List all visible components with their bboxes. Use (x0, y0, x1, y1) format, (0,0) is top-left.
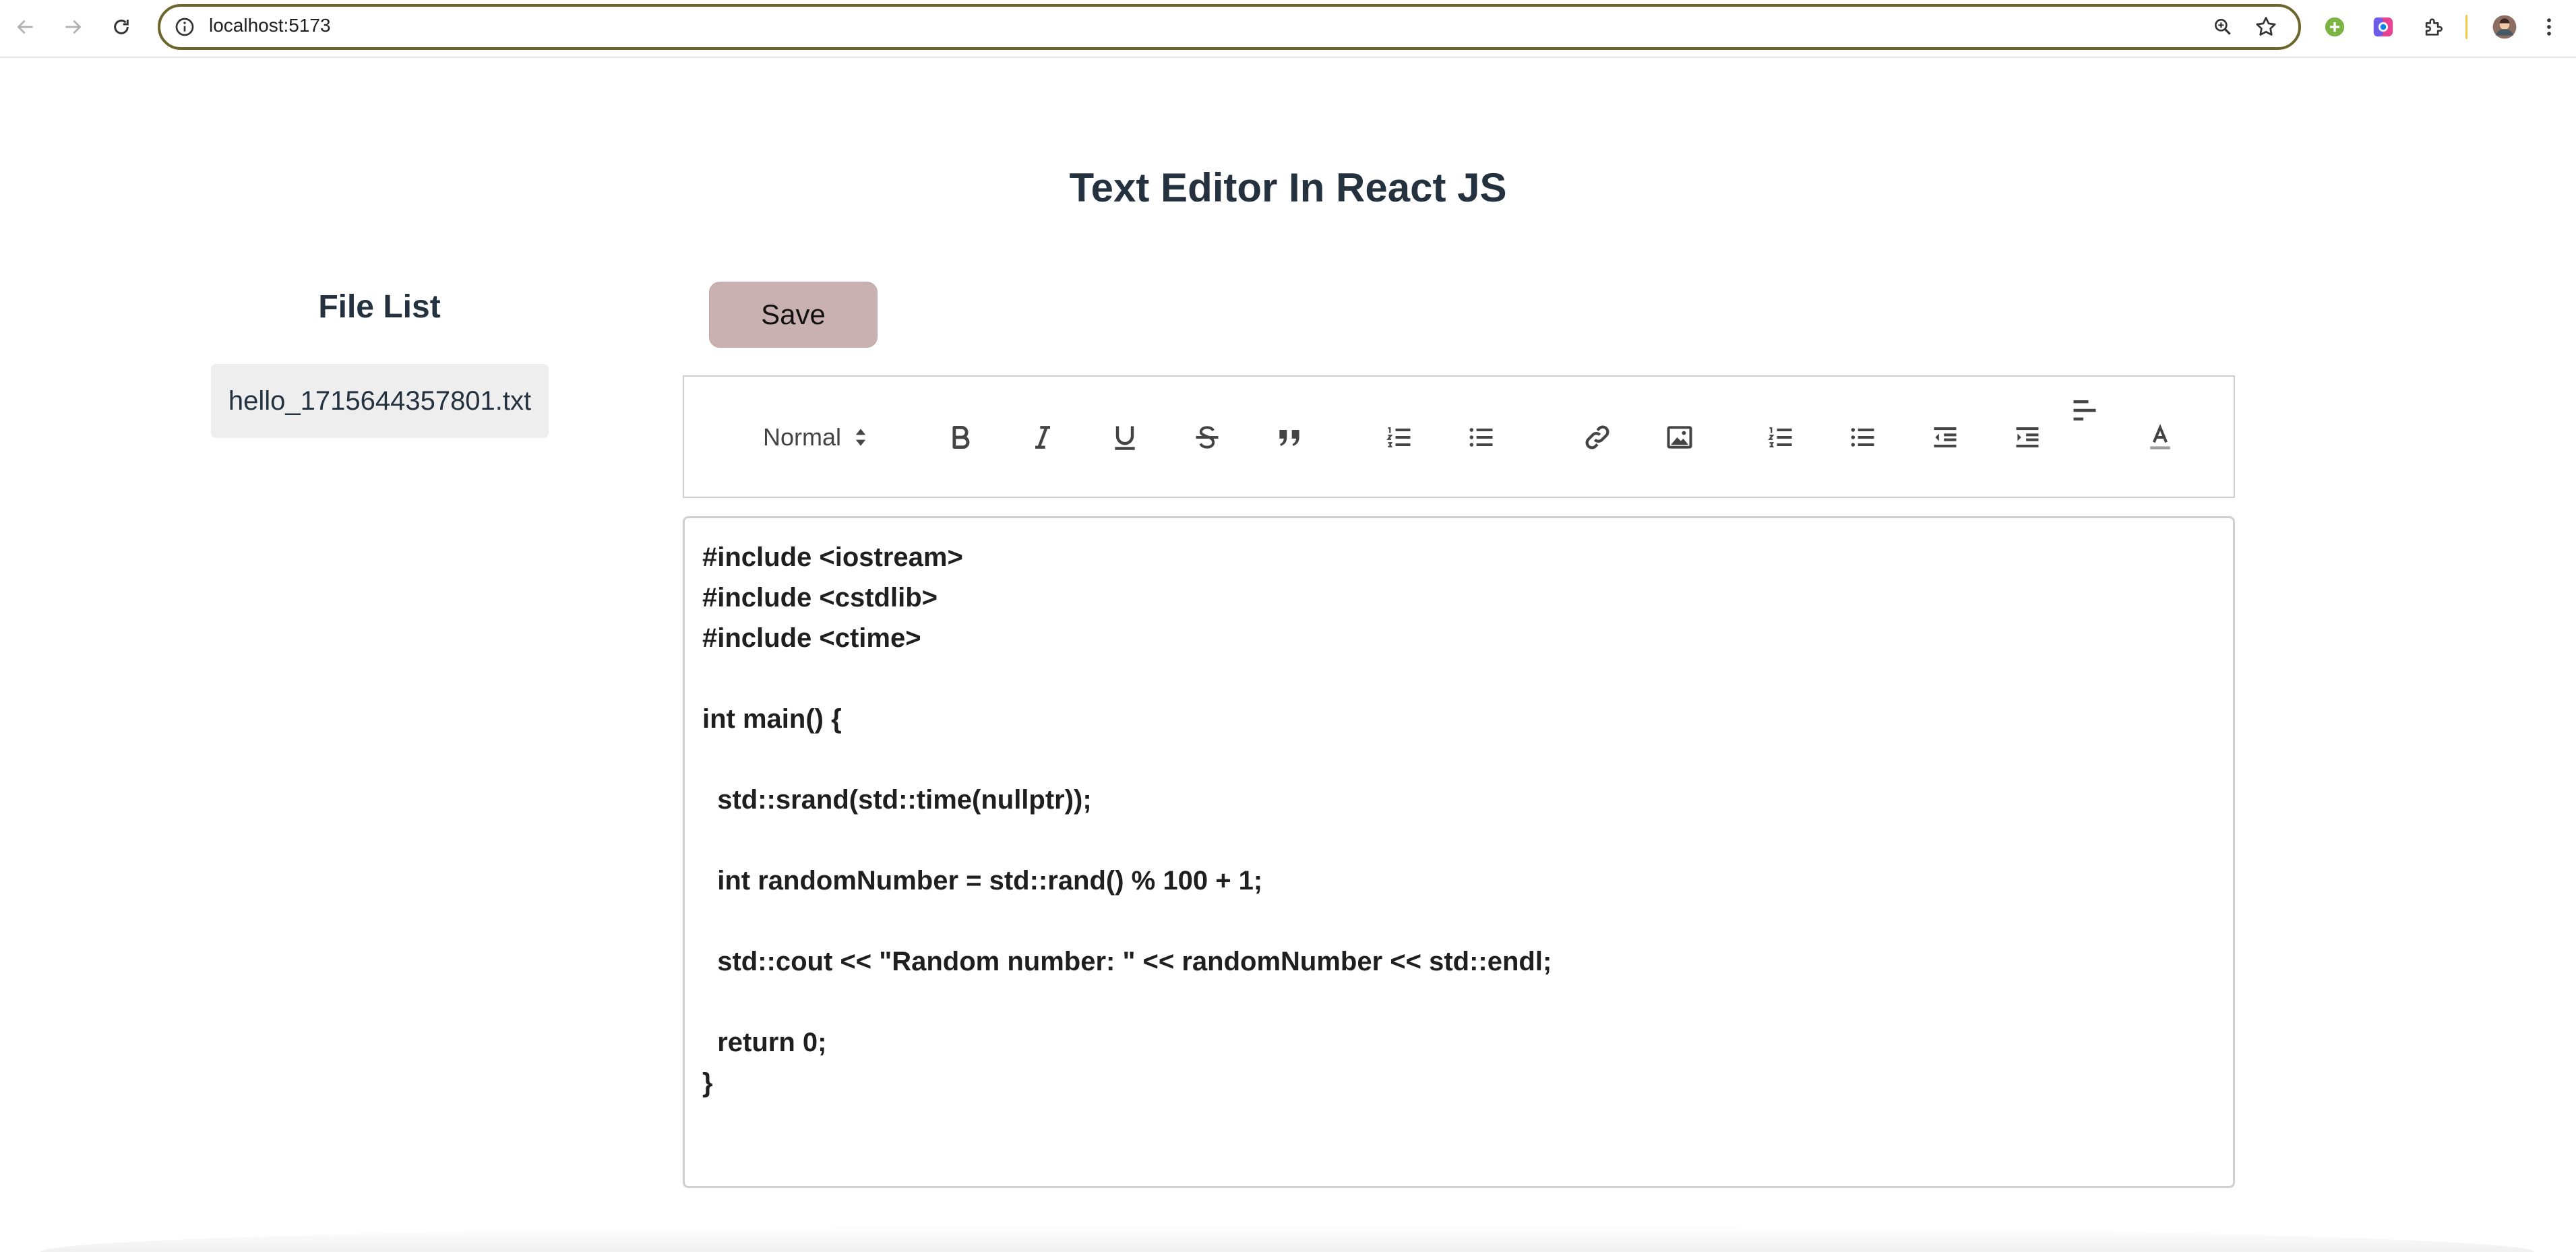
address-url: localhost:5173 (209, 15, 331, 36)
align-left-button[interactable] (2066, 392, 2104, 429)
image-icon (1667, 426, 1692, 449)
image-button[interactable] (1661, 418, 1698, 456)
outdent-button[interactable] (1926, 418, 1964, 456)
underline-icon (1115, 426, 1135, 450)
editor-line: return 0; (702, 1028, 827, 1057)
strikethrough-button[interactable] (1188, 418, 1226, 456)
outdent-icon (1934, 427, 1957, 447)
bullet-list-button-2[interactable] (1844, 418, 1882, 456)
ordered-list-button[interactable] (1380, 418, 1418, 456)
back-button[interactable] (11, 12, 40, 42)
extensions-puzzle-icon[interactable] (2420, 13, 2447, 40)
bold-icon (952, 425, 970, 449)
editor-line: #include <ctime> (702, 623, 921, 653)
bookmark-star-icon[interactable] (2254, 15, 2278, 39)
link-button[interactable] (1578, 418, 1616, 456)
text-color-button[interactable] (2141, 418, 2179, 456)
header-format-select[interactable]: Normal (763, 418, 878, 456)
browser-menu-icon[interactable] (2536, 13, 2563, 40)
extension-color-icon[interactable] (2370, 13, 2397, 40)
file-list-title: File List (318, 289, 441, 325)
profile-avatar[interactable] (2491, 13, 2518, 40)
forward-arrow-icon (65, 20, 82, 34)
back-arrow-icon (17, 20, 33, 34)
editor-line: int main() { (702, 704, 842, 734)
link-icon (1585, 425, 1609, 449)
text-color-icon (2150, 424, 2170, 449)
editor-line: #include <iostream> (702, 542, 963, 572)
editor-line: std::cout << "Random number: " << random… (702, 947, 1552, 976)
forward-button[interactable] (58, 12, 88, 42)
page-bottom-shadow (40, 1225, 2534, 1252)
reload-icon (114, 20, 129, 34)
page-title: Text Editor In React JS (1069, 165, 1507, 210)
save-button[interactable]: Save (709, 282, 878, 348)
editor-content-area[interactable]: #include <iostream> #include <cstdlib> #… (683, 516, 2235, 1188)
bullet-list-button[interactable] (1463, 418, 1500, 456)
editor-line: } (702, 1068, 713, 1098)
underline-button[interactable] (1106, 418, 1144, 456)
bullet-list-icon (1851, 428, 1874, 447)
editor-toolbar: Normal (683, 375, 2235, 498)
address-bar[interactable]: localhost:5173 (158, 4, 2301, 50)
italic-icon (1035, 426, 1050, 449)
ordered-list-button-2[interactable] (1762, 418, 1800, 456)
bold-button[interactable] (942, 418, 979, 456)
editor-line: #include <cstdlib> (702, 583, 938, 613)
align-left-icon (2073, 400, 2096, 421)
ordered-list-icon (1768, 427, 1792, 447)
site-info-icon[interactable] (174, 16, 195, 38)
browser-toolbar: localhost:5173 (0, 0, 2576, 58)
toolbar-divider (2465, 15, 2467, 39)
blockquote-icon (1279, 430, 1299, 446)
indent-button[interactable] (2008, 418, 2046, 456)
strikethrough-icon (1196, 426, 1219, 449)
indent-icon (2016, 427, 2039, 447)
italic-button[interactable] (1024, 418, 1062, 456)
select-caret-icon (855, 429, 866, 446)
zoom-icon[interactable] (2212, 16, 2234, 38)
blockquote-button[interactable] (1270, 418, 1308, 456)
bullet-list-icon (1469, 428, 1493, 447)
editor-line: int randomNumber = std::rand() % 100 + 1… (702, 866, 1263, 896)
header-format-value: Normal (763, 423, 842, 451)
reload-button[interactable] (106, 12, 136, 42)
file-list-item[interactable]: hello_1715644357801.txt (211, 364, 549, 438)
extension-green-icon[interactable] (2321, 13, 2348, 40)
editor-line: std::srand(std::time(nullptr)); (702, 785, 1092, 815)
ordered-list-icon (1386, 427, 1411, 447)
